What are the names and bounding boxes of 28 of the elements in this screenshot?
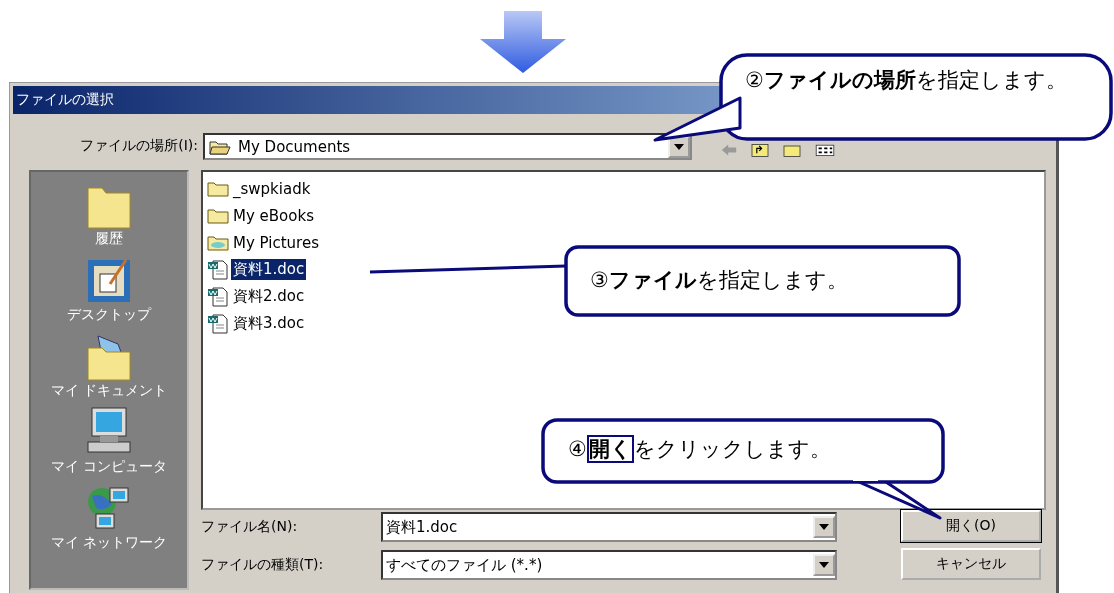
file-item[interactable]: 資料1.doc: [231, 259, 307, 280]
file-item[interactable]: 資料2.doc: [231, 286, 307, 307]
down-arrow-icon: [480, 11, 566, 73]
file-item[interactable]: _swpkiadk: [231, 178, 313, 199]
file-item[interactable]: My eBooks: [231, 205, 316, 226]
sidebar-item[interactable]: デスクトップ: [39, 254, 179, 324]
location-label: ファイルの場所(I):: [79, 136, 199, 155]
cancel-button[interactable]: キャンセル: [901, 548, 1041, 580]
up-folder-icon[interactable]: [748, 142, 772, 158]
sidebar-item[interactable]: マイ ドキュメント: [39, 330, 179, 400]
new-folder-icon[interactable]: [780, 142, 804, 158]
sidebar-item[interactable]: マイ コンピュータ: [39, 406, 179, 476]
callout-text: ③ファイルを指定します。: [590, 267, 849, 294]
open-button[interactable]: 開く(O): [901, 510, 1041, 542]
file-item[interactable]: 資料3.doc: [231, 313, 307, 334]
file-type-dropdown[interactable]: すべてのファイル (*.*): [381, 550, 837, 580]
file-name-field[interactable]: 資料1.doc: [381, 512, 837, 542]
document-icon: [207, 286, 229, 307]
window-title: ファイルの選択: [16, 91, 114, 109]
document-icon: [207, 313, 229, 334]
sidebar-item[interactable]: マイ ネットワーク: [39, 482, 179, 552]
file-type-label: ファイルの種類(T):: [201, 556, 325, 574]
document-icon: [207, 259, 229, 280]
callout-text: ④開くをクリックします。: [568, 434, 832, 465]
sidebar-item[interactable]: 履歴: [39, 178, 179, 248]
file-item[interactable]: My Pictures: [231, 232, 321, 253]
callout-text: ②ファイルの場所を指定します。: [745, 67, 1068, 94]
file-name-label: ファイル名(N):: [201, 518, 299, 536]
